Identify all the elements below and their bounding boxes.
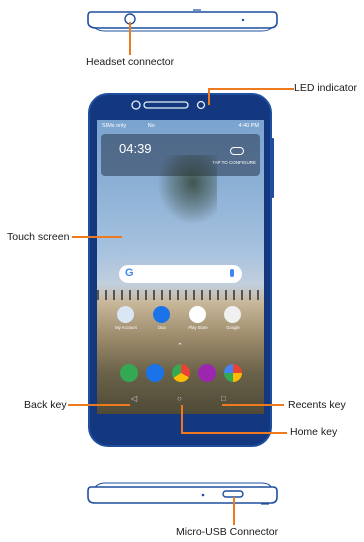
mic-icon[interactable] [230,269,234,277]
clock-time: 04:39 [119,141,152,156]
phone-top-edge [87,9,278,32]
weather-tap-configure[interactable]: TAP TO CONFIGURE [212,160,256,165]
pier-image [97,290,264,300]
cloud-icon [230,147,244,155]
side-buttons [271,138,274,198]
google-g-icon: G [125,267,134,279]
google-search-bar[interactable]: G [119,265,242,283]
play-store-label: Play Store [188,325,208,330]
photos-app-icon[interactable] [224,364,242,382]
status-bar: SIMs only No 4:40 PM [102,123,259,129]
recents-key-icon[interactable]: □ [221,394,226,403]
camera-app-icon[interactable] [198,364,216,382]
touch-screen-label: Touch screen [7,231,70,243]
status-time: 4:40 PM [238,123,259,129]
touch-screen[interactable]: SIMs only No 4:40 PM 04:39 TAP TO CONFIG… [97,120,264,414]
led-indicator-label: LED indicator [294,82,358,94]
duo-app-icon[interactable] [153,306,170,323]
phone-bottom-edge [87,482,278,505]
recents-key-label: Recents key [288,399,346,411]
status-carrier: SIMs only [102,123,127,129]
my-account-app-icon[interactable] [117,306,134,323]
headset-connector-label: Headset connector [86,56,175,68]
messages-app-icon[interactable] [146,364,164,382]
status-signal: No [147,123,155,129]
my-account-label: My Account [115,325,137,330]
phone-earpiece [131,100,206,110]
home-key-label: Home key [290,426,338,438]
micro-usb-label: Micro-USB Connector [176,526,279,538]
palm-tree-image [157,155,217,225]
phone-app-icon[interactable] [120,364,138,382]
google-label: Google [226,325,240,330]
chevron-up-icon[interactable]: ⌃ [177,342,183,350]
google-folder-icon[interactable] [224,306,241,323]
chrome-app-icon[interactable] [172,364,190,382]
back-key-label: Back key [24,399,67,411]
duo-label: Duo [158,325,166,330]
home-key-icon[interactable]: ○ [177,394,182,403]
back-key-icon[interactable]: ◁ [131,394,137,403]
play-store-app-icon[interactable] [189,306,206,323]
